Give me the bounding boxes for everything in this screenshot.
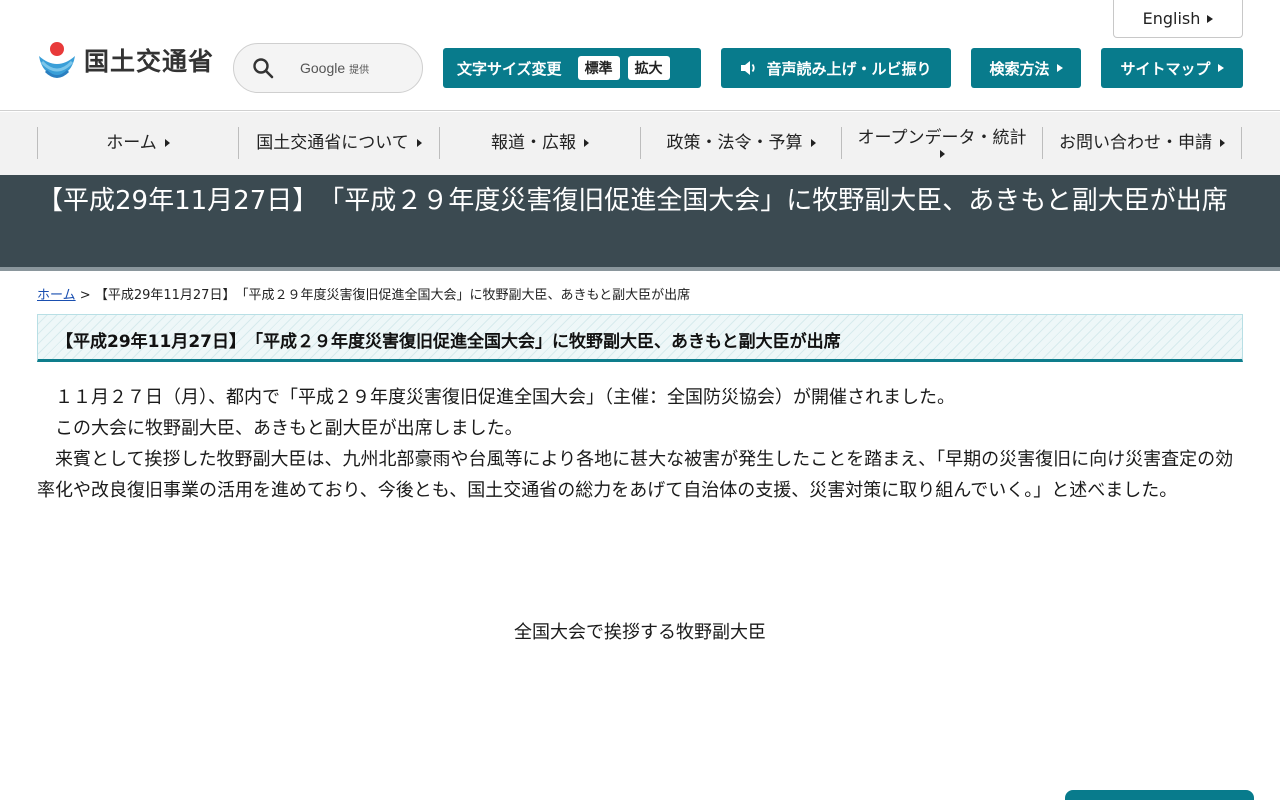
voice-ruby-label: 音声読み上げ・ルビ振り (766, 59, 932, 78)
article-body: １１月２７日（月）、都内で「平成２９年度災害復旧促進全国大会」（主催：全国防災協… (37, 382, 1243, 506)
site-header: 国土交通省 Google 提供 English 文字サイズ変更 標準 拡大 音声読… (0, 0, 1280, 111)
article-paragraph: この大会に牧野副大臣、あきもと副大臣が出席しました。 (55, 418, 523, 439)
font-size-label: 文字サイズ変更 (457, 59, 562, 78)
arrow-right-icon (1220, 139, 1225, 147)
article-paragraph: １１月２７日（月）、都内で「平成２９年度災害復旧促進全国大会」（主催：全国防災協… (55, 387, 955, 408)
nav-item-label: 報道・広報 (491, 132, 576, 153)
search-icon[interactable] (252, 57, 274, 79)
arrow-right-icon (1217, 64, 1224, 72)
search-box[interactable]: Google 提供 (233, 43, 423, 93)
nav-item-label: ホーム (106, 132, 157, 153)
breadcrumb-home-link[interactable]: ホーム (37, 288, 76, 303)
nav-item-label: 国土交通省について (256, 132, 409, 153)
breadcrumb-current: 【平成29年11月27日】 「平成２９年度災害復旧促進全国大会」に牧野副大臣、あ… (94, 288, 691, 303)
nav-item-label: 政策・法令・予算 (666, 132, 803, 153)
arrow-right-icon (1056, 64, 1063, 72)
mlit-logo-icon (39, 42, 75, 78)
article-heading: 【平成29年11月27日】 「平成２９年度災害復旧促進全国大会」に牧野副大臣、あ… (56, 332, 841, 352)
nav-item-about[interactable]: 国土交通省について (238, 127, 439, 159)
font-size-large-button[interactable]: 拡大 (627, 56, 670, 80)
site-logo[interactable]: 国土交通省 (36, 38, 214, 82)
search-provider-label: Google 提供 (300, 60, 369, 76)
page-top-button[interactable] (1065, 790, 1254, 800)
arrow-right-icon (164, 139, 170, 147)
article-heading-box: 【平成29年11月27日】 「平成２９年度災害復旧促進全国大会」に牧野副大臣、あ… (37, 314, 1243, 362)
search-provider: Google (300, 60, 346, 76)
search-provider-suffix: 提供 (349, 65, 370, 76)
breadcrumb: ホーム > 【平成29年11月27日】 「平成２９年度災害復旧促進全国大会」に牧… (37, 284, 690, 303)
sitemap-label: サイトマップ (1120, 59, 1211, 78)
speaker-icon (741, 61, 756, 75)
arrow-right-icon (1207, 14, 1214, 23)
arrow-right-icon (584, 139, 589, 147)
nav-item-press[interactable]: 報道・広報 (439, 127, 640, 159)
article-paragraph: 来賓として挨拶した牧野副大臣は、九州北部豪雨や台風等により各地に甚大な被害が発生… (37, 449, 1234, 501)
nav-item-label: オープンデータ・統計 (857, 127, 1027, 148)
sitemap-button[interactable]: サイトマップ (1101, 48, 1243, 88)
search-method-label: 検索方法 (989, 59, 1050, 78)
font-size-standard-button[interactable]: 標準 (577, 56, 620, 80)
arrow-right-icon (416, 139, 422, 147)
nav-item-label: お問い合わせ・申請 (1059, 132, 1212, 153)
font-size-control: 文字サイズ変更 標準 拡大 (443, 48, 701, 88)
voice-ruby-button[interactable]: 音声読み上げ・ルビ振り (721, 48, 951, 88)
page-title: 【平成29年11月27日】 「平成２９年度災害復旧促進全国大会」に牧野副大臣、あ… (37, 186, 1228, 216)
logo-text: 国土交通省 (84, 47, 215, 76)
page-title-band: 【平成29年11月27日】 「平成２９年度災害復旧促進全国大会」に牧野副大臣、あ… (0, 175, 1280, 271)
photo-caption: 全国大会で挨拶する牧野副大臣 (514, 622, 766, 643)
nav-item-home[interactable]: ホーム (37, 127, 238, 159)
english-link[interactable]: English (1113, 0, 1243, 38)
global-nav: ホーム 国土交通省について 報道・広報 政策・法令・予算 オープンデータ・統計 … (0, 112, 1280, 175)
search-method-button[interactable]: 検索方法 (971, 48, 1081, 88)
english-label: English (1142, 9, 1201, 28)
arrow-right-icon (939, 150, 945, 159)
nav-item-opendata[interactable]: オープンデータ・統計 (841, 127, 1042, 159)
nav-item-policy[interactable]: 政策・法令・予算 (640, 127, 841, 159)
arrow-right-icon (810, 139, 816, 147)
breadcrumb-separator: > (79, 288, 91, 303)
nav-item-contact[interactable]: お問い合わせ・申請 (1042, 127, 1242, 159)
